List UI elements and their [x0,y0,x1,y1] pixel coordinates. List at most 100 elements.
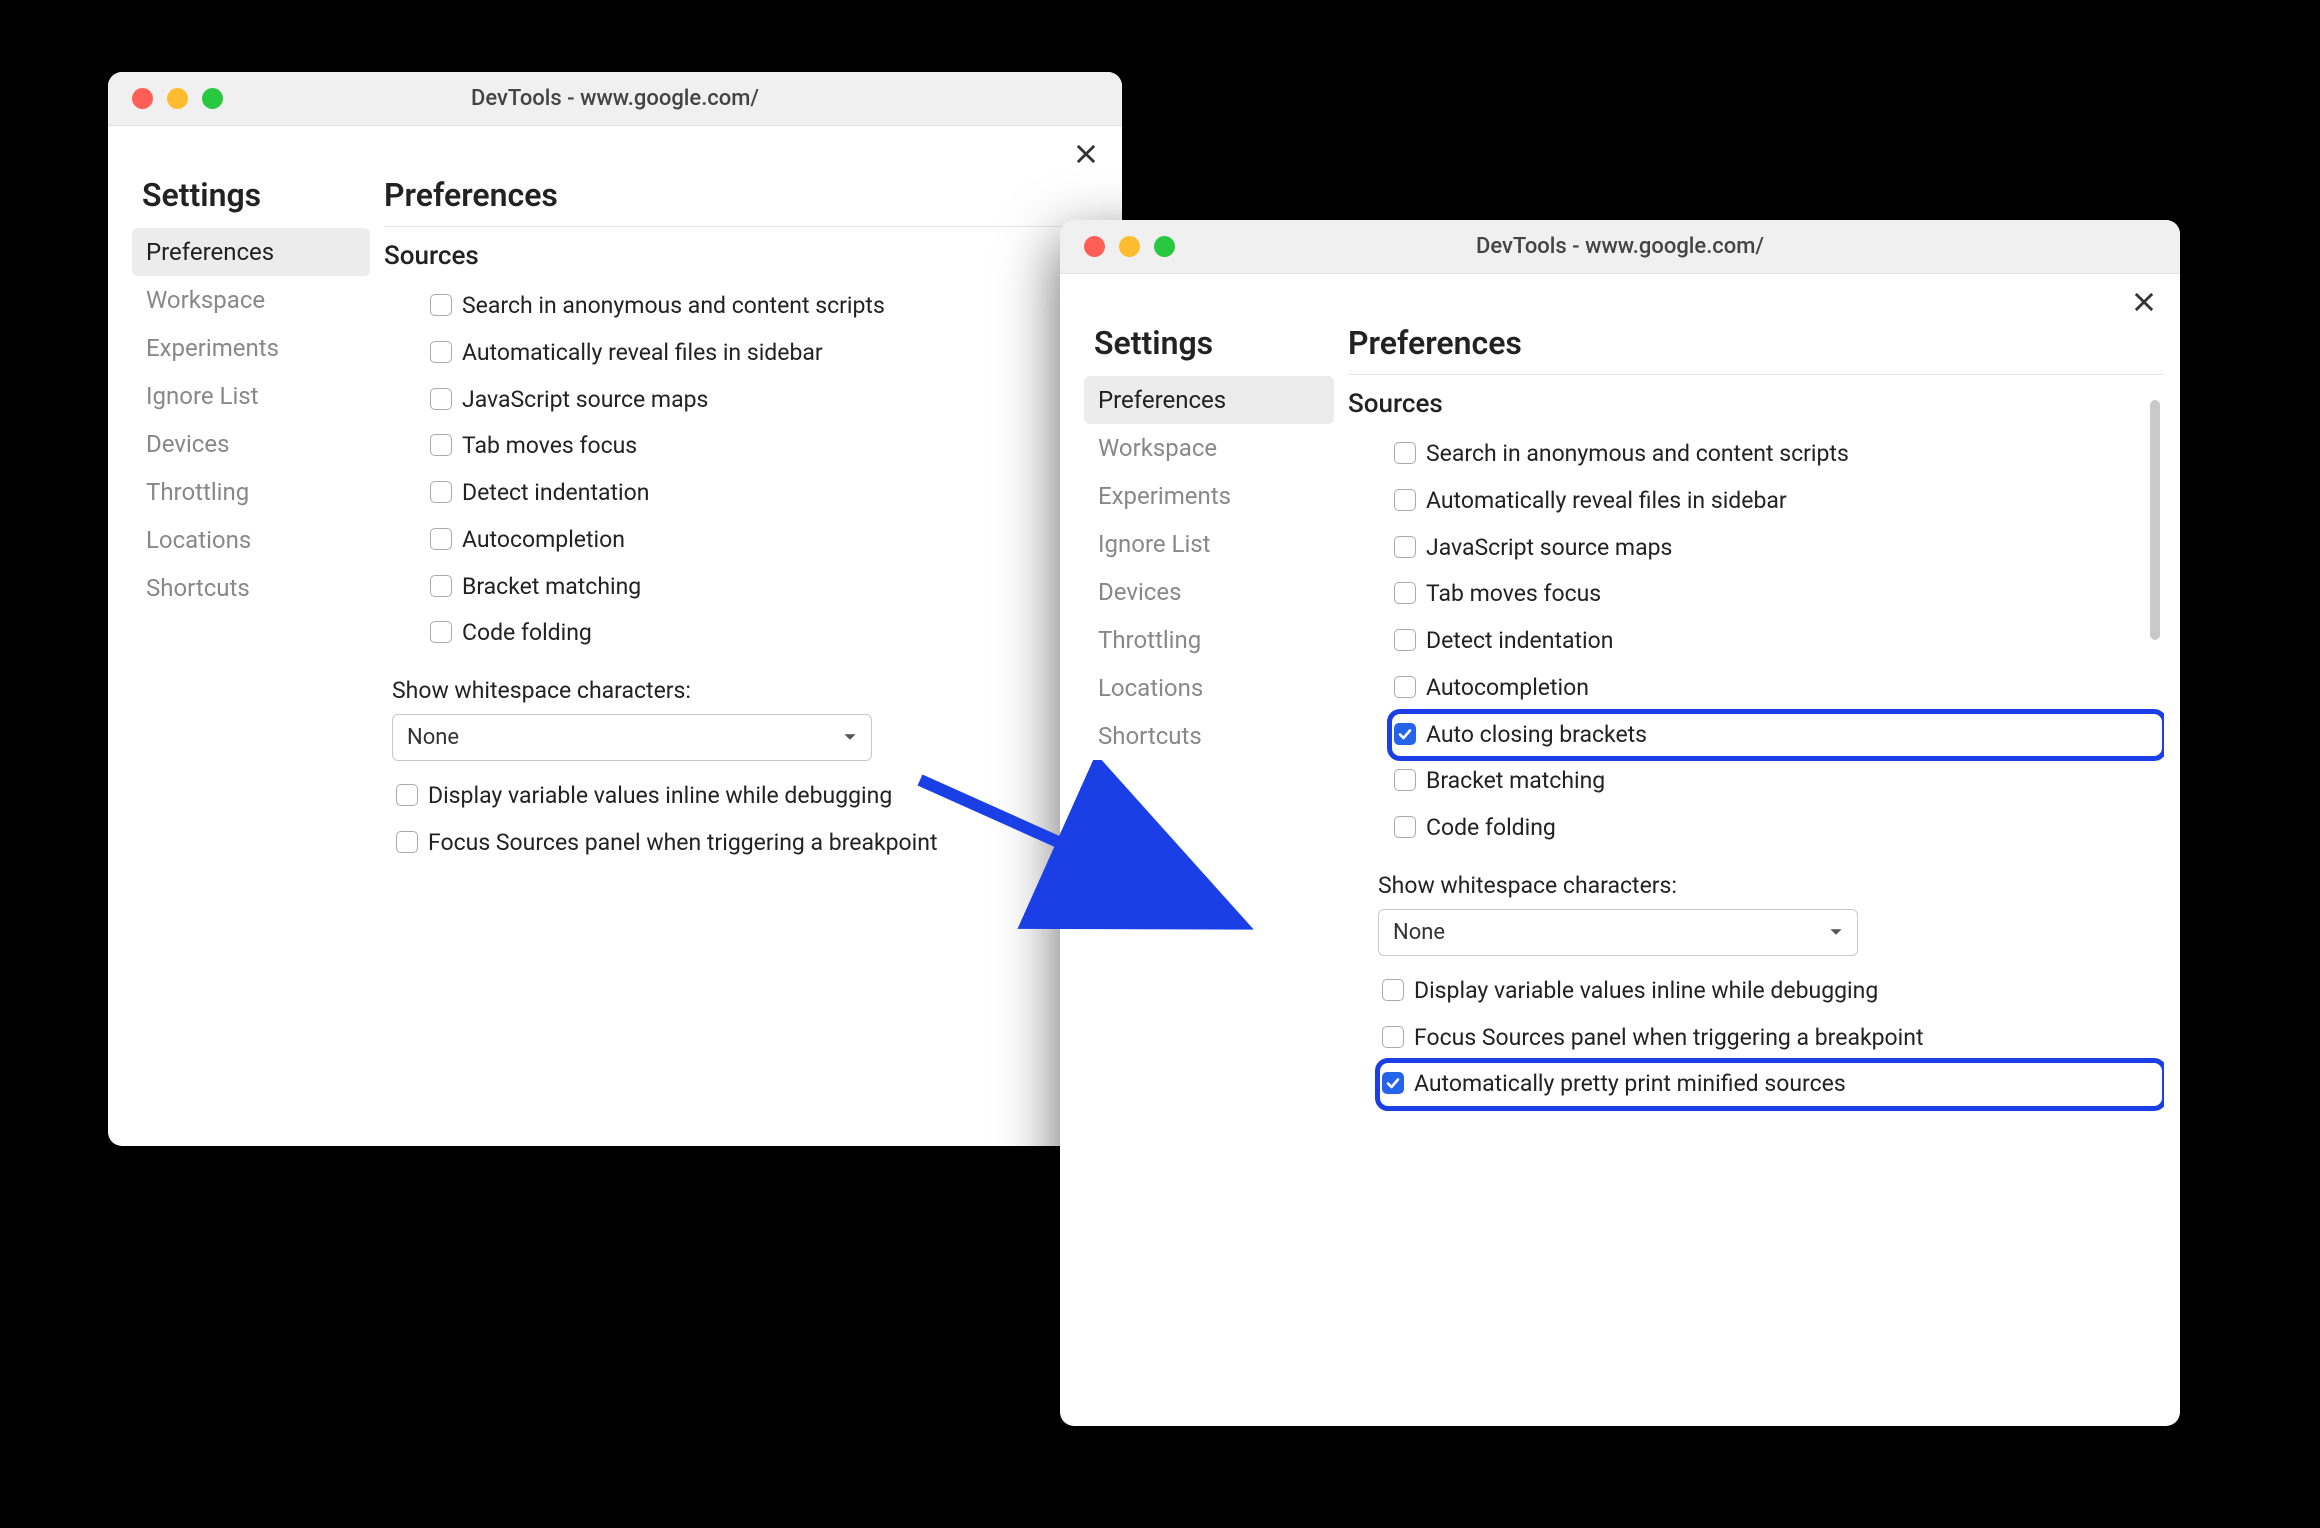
checkbox[interactable] [1394,536,1416,558]
option-auto-closing-brackets[interactable]: Auto closing brackets [1390,712,2164,759]
option-label: Bracket matching [1426,767,1605,796]
option-focus-sources-panel-when-triggering-a-breakpoint[interactable]: Focus Sources panel when triggering a br… [392,820,1106,867]
sidebar-item-workspace[interactable]: Workspace [1084,424,1334,472]
page-title: Preferences [384,172,1106,227]
checkbox[interactable] [1394,489,1416,511]
option-label: Auto closing brackets [1426,721,1647,750]
checkbox[interactable] [1394,442,1416,464]
close-icon[interactable] [1072,140,1100,172]
sidebar-item-shortcuts[interactable]: Shortcuts [1084,712,1334,760]
checkbox[interactable] [430,575,452,597]
option-automatically-reveal-files-in-sidebar[interactable]: Automatically reveal files in sidebar [426,330,1106,377]
option-bracket-matching[interactable]: Bracket matching [1390,758,2164,805]
option-tab-moves-focus[interactable]: Tab moves focus [426,423,1106,470]
option-detect-indentation[interactable]: Detect indentation [426,470,1106,517]
sidebar-item-experiments[interactable]: Experiments [1084,472,1334,520]
window-close-icon[interactable] [1084,236,1105,257]
whitespace-select[interactable]: None [392,714,872,761]
checkbox[interactable] [1382,1026,1404,1048]
sidebar-item-locations[interactable]: Locations [1084,664,1334,712]
checkbox[interactable] [1382,979,1404,1001]
titlebar[interactable]: DevTools - www.google.com/ [1060,220,2180,274]
sidebar-item-devices[interactable]: Devices [1084,568,1334,616]
sidebar-item-devices[interactable]: Devices [132,420,370,468]
whitespace-label: Show whitespace characters: [1378,862,2164,909]
checkbox[interactable] [396,784,418,806]
option-search-in-anonymous-and-content-scripts[interactable]: Search in anonymous and content scripts [1390,431,2164,478]
sidebar-item-experiments[interactable]: Experiments [132,324,370,372]
option-label: Code folding [1426,814,1556,843]
window-minimize-icon[interactable] [167,88,188,109]
section-heading: Sources [384,241,1106,271]
checkbox[interactable] [430,341,452,363]
option-list: Search in anonymous and content scripts A… [384,283,1106,657]
checkbox[interactable] [430,434,452,456]
scrollbar[interactable] [2150,400,2160,640]
sidebar-list: PreferencesWorkspaceExperimentsIgnore Li… [132,228,370,612]
window-zoom-icon[interactable] [202,88,223,109]
select-value: None [1393,920,1445,945]
checkbox[interactable] [1394,816,1416,838]
sidebar-item-preferences[interactable]: Preferences [1084,376,1334,424]
option-label: Display variable values inline while deb… [428,782,892,811]
option-autocompletion[interactable]: Autocompletion [426,517,1106,564]
option-focus-sources-panel-when-triggering-a-breakpoint[interactable]: Focus Sources panel when triggering a br… [1378,1015,2164,1062]
close-icon[interactable] [2130,288,2158,320]
devtools-window-after: DevTools - www.google.com/ Settings Pref… [1060,220,2180,1426]
checkbox[interactable] [430,621,452,643]
window-title: DevTools - www.google.com/ [108,86,1122,111]
checkbox[interactable] [1394,582,1416,604]
titlebar[interactable]: DevTools - www.google.com/ [108,72,1122,126]
option-bracket-matching[interactable]: Bracket matching [426,564,1106,611]
checkbox[interactable] [396,831,418,853]
settings-sidebar: Settings PreferencesWorkspaceExperiments… [1084,320,1344,1426]
sidebar-item-throttling[interactable]: Throttling [1084,616,1334,664]
window-close-icon[interactable] [132,88,153,109]
option-autocompletion[interactable]: Autocompletion [1390,665,2164,712]
sidebar-item-preferences[interactable]: Preferences [132,228,370,276]
option-label: JavaScript source maps [462,386,708,415]
option-code-folding[interactable]: Code folding [1390,805,2164,852]
option-detect-indentation[interactable]: Detect indentation [1390,618,2164,665]
window-zoom-icon[interactable] [1154,236,1175,257]
sidebar-item-ignore-list[interactable]: Ignore List [132,372,370,420]
option-search-in-anonymous-and-content-scripts[interactable]: Search in anonymous and content scripts [426,283,1106,330]
whitespace-select[interactable]: None [1378,909,1858,956]
page-title: Preferences [1348,320,2164,375]
option-label: Focus Sources panel when triggering a br… [428,829,937,858]
checkbox[interactable] [1394,723,1416,745]
option-automatically-reveal-files-in-sidebar[interactable]: Automatically reveal files in sidebar [1390,478,2164,525]
option-label: Detect indentation [1426,627,1613,656]
sidebar-item-shortcuts[interactable]: Shortcuts [132,564,370,612]
option-javascript-source-maps[interactable]: JavaScript source maps [426,377,1106,424]
option-display-variable-values-inline-while-debugging[interactable]: Display variable values inline while deb… [392,773,1106,820]
option-tab-moves-focus[interactable]: Tab moves focus [1390,571,2164,618]
checkbox[interactable] [430,388,452,410]
option-label: Automatically reveal files in sidebar [1426,487,1787,516]
window-title: DevTools - www.google.com/ [1060,234,2180,259]
checkbox[interactable] [1382,1072,1404,1094]
sidebar-item-locations[interactable]: Locations [132,516,370,564]
window-minimize-icon[interactable] [1119,236,1140,257]
option-code-folding[interactable]: Code folding [426,610,1106,657]
checkbox[interactable] [430,294,452,316]
option-list-tail: Display variable values inline while deb… [1348,968,2164,1108]
checkbox[interactable] [1394,769,1416,791]
option-display-variable-values-inline-while-debugging[interactable]: Display variable values inline while deb… [1378,968,2164,1015]
option-label: Tab moves focus [462,432,637,461]
section-heading: Sources [1348,389,2164,419]
checkbox[interactable] [1394,676,1416,698]
checkbox[interactable] [430,528,452,550]
option-label: Search in anonymous and content scripts [462,292,885,321]
option-list: Search in anonymous and content scripts A… [1348,431,2164,852]
checkbox[interactable] [430,481,452,503]
sidebar-item-ignore-list[interactable]: Ignore List [1084,520,1334,568]
option-javascript-source-maps[interactable]: JavaScript source maps [1390,525,2164,572]
option-label: Automatically reveal files in sidebar [462,339,823,368]
traffic-lights [108,88,223,109]
sidebar-item-throttling[interactable]: Throttling [132,468,370,516]
option-label: Focus Sources panel when triggering a br… [1414,1024,1923,1053]
checkbox[interactable] [1394,629,1416,651]
sidebar-item-workspace[interactable]: Workspace [132,276,370,324]
option-automatically-pretty-print-minified-sources[interactable]: Automatically pretty print minified sour… [1378,1061,2164,1108]
